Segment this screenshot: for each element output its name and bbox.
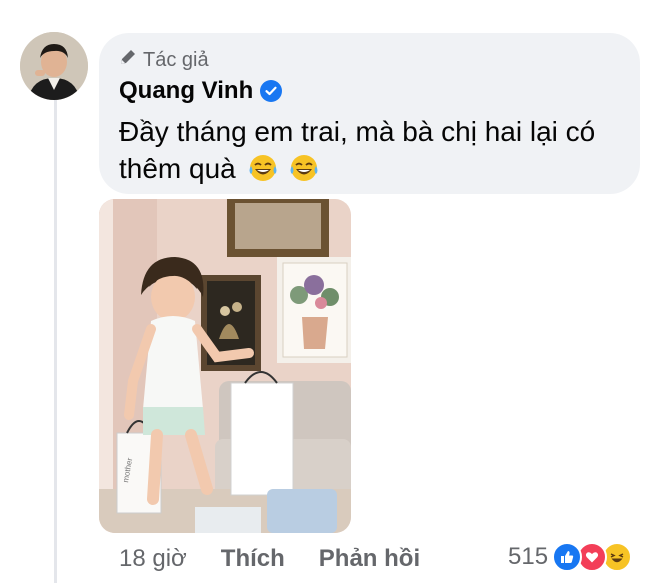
comment-text: Đầy tháng em trai, mà bà chị hai lại có … xyxy=(119,113,629,187)
author-name-text[interactable]: Quang Vinh xyxy=(119,77,253,105)
like-icon xyxy=(552,542,583,572)
comment-time[interactable]: 18 giờ xyxy=(119,545,187,573)
comment-footer: 18 giờ Thích Phản hồi xyxy=(119,545,420,573)
pencil-icon xyxy=(119,48,137,72)
comment-photo[interactable]: mother xyxy=(99,199,351,533)
author-badge: Tác giả xyxy=(119,48,209,72)
thread-line xyxy=(54,100,57,583)
reaction-summary[interactable]: 515 xyxy=(508,542,633,572)
tears-of-joy-emoji xyxy=(249,155,277,181)
author-badge-label: Tác giả xyxy=(143,48,209,71)
tears-of-joy-emoji xyxy=(290,155,318,181)
comment-body: Đầy tháng em trai, mà bà chị hai lại có … xyxy=(119,116,596,184)
author-name[interactable]: Quang Vinh xyxy=(119,77,283,105)
reply-button[interactable]: Phản hồi xyxy=(319,545,420,573)
avatar[interactable] xyxy=(20,32,88,100)
reaction-count[interactable]: 515 xyxy=(508,543,548,571)
comment-bubble: Tác giả Quang Vinh Đầy tháng em trai, mà… xyxy=(99,33,640,194)
verified-icon xyxy=(260,80,283,102)
like-button[interactable]: Thích xyxy=(221,545,285,573)
